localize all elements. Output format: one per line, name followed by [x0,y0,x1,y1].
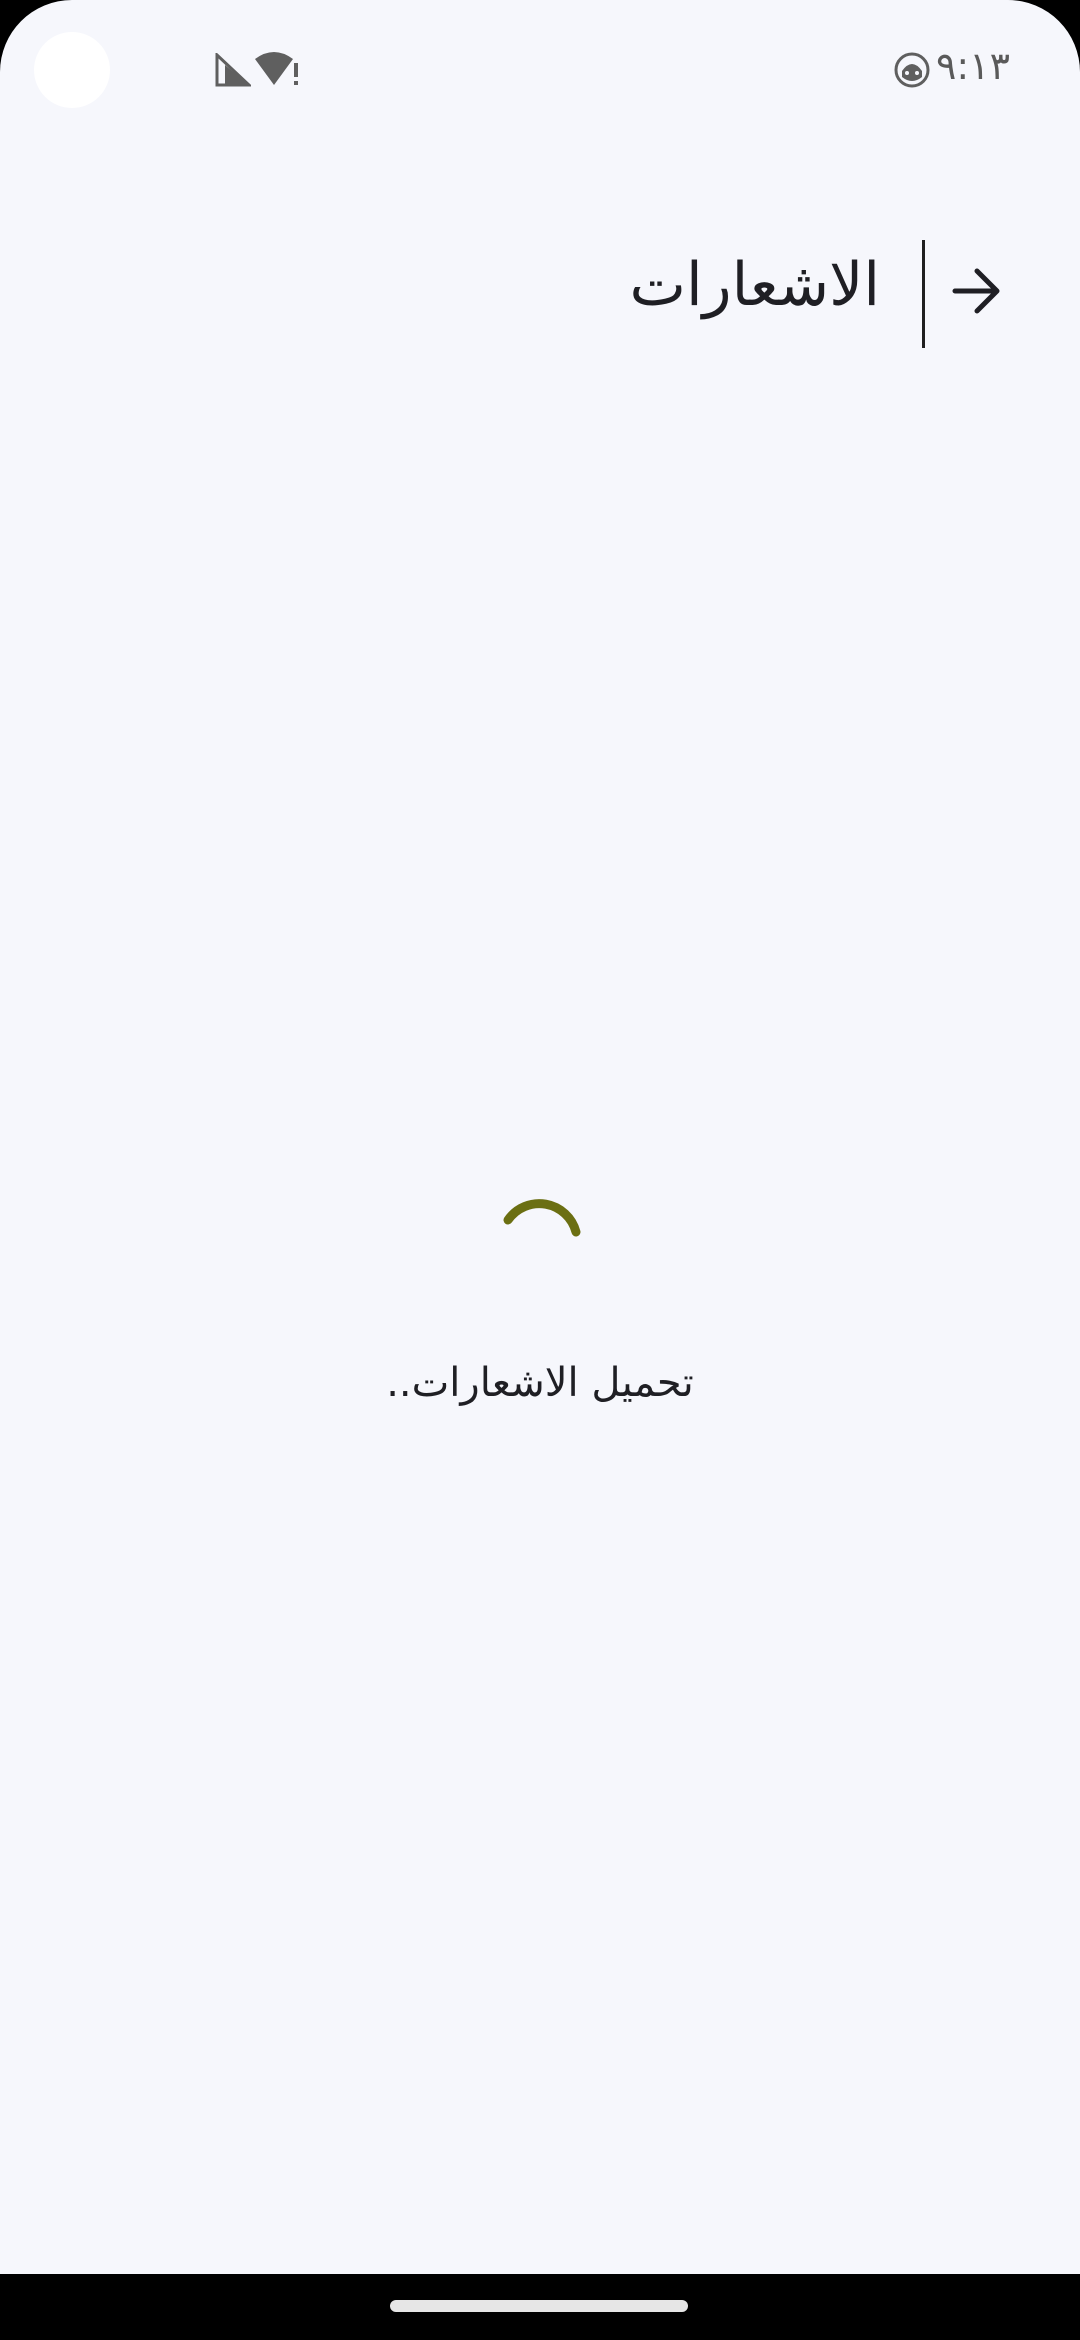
app-screen: ٩:١٣ الاشعارات تحميل الاشعارات.. [0,0,1080,2274]
face-icon [894,52,930,88]
back-button[interactable] [942,256,1012,326]
page-title: الاشعارات [629,250,880,320]
camera-cutout [34,32,110,108]
gesture-nav-handle[interactable] [390,2300,688,2312]
arrow-right-icon [952,268,1000,314]
status-bar: ٩:١٣ [0,0,1080,142]
signal-icon [215,53,251,87]
loading-spinner [503,1199,581,1237]
loading-text: تحميل الاشعارات.. [386,1360,694,1406]
wifi-alert-icon [255,52,298,85]
app-bar: الاشعارات [0,230,1080,350]
title-divider [922,240,925,348]
status-time: ٩:١٣ [935,44,1010,88]
